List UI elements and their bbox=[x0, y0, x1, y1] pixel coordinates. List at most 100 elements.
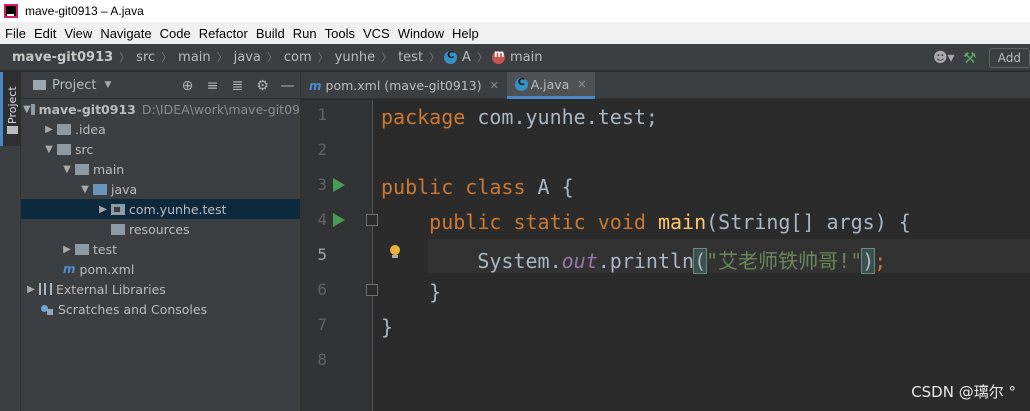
class-icon bbox=[514, 77, 528, 91]
menu-navigate[interactable]: Navigate bbox=[96, 26, 155, 41]
code-line-4: public static void main(String[] args) { bbox=[429, 210, 911, 234]
collapse-all-icon[interactable]: ≡ bbox=[200, 78, 225, 94]
line-number: 7 bbox=[317, 315, 327, 334]
tree-item-java[interactable]: ▼ java bbox=[21, 179, 300, 199]
menu-code[interactable]: Code bbox=[156, 26, 195, 41]
line-number: 3 bbox=[317, 175, 327, 194]
chevron-down-icon[interactable]: ▼ bbox=[77, 184, 93, 195]
fold-marker-icon[interactable] bbox=[366, 284, 378, 296]
folder-icon bbox=[7, 126, 18, 134]
fold-marker-icon[interactable] bbox=[366, 214, 378, 226]
tree-item-root[interactable]: ▼ mave-git0913 D:\IDEA\work\mave-git09 bbox=[21, 99, 300, 119]
folder-icon bbox=[75, 163, 89, 175]
menu-edit[interactable]: Edit bbox=[30, 26, 60, 41]
folder-icon bbox=[33, 80, 46, 90]
expand-all-icon[interactable]: ≣ bbox=[225, 78, 250, 94]
tree-item-main[interactable]: ▼ main bbox=[21, 159, 300, 179]
chevron-down-icon[interactable]: ▼ bbox=[23, 104, 31, 115]
folder-icon bbox=[75, 243, 89, 255]
chevron-down-icon[interactable]: ▼ bbox=[59, 164, 75, 175]
menu-help[interactable]: Help bbox=[448, 26, 483, 41]
code-line-7: } bbox=[381, 315, 394, 339]
line-number: 4 bbox=[317, 210, 327, 229]
package-icon bbox=[111, 203, 125, 215]
code-editor[interactable]: 1 2 3 4 5 6 7 8 package com.yunhe.test; … bbox=[301, 100, 1030, 411]
project-tool-tab[interactable]: Project bbox=[0, 72, 21, 146]
chevron-right-icon: 〉 bbox=[119, 51, 131, 64]
maven-icon: m bbox=[63, 262, 76, 276]
breadcrumb-main[interactable]: main bbox=[176, 50, 212, 65]
line-number-current: 5 bbox=[317, 245, 327, 264]
line-number: 8 bbox=[317, 350, 327, 369]
window-title: mave-git0913 – A.java bbox=[25, 4, 144, 18]
tree-item-package[interactable]: ▶ com.yunhe.test bbox=[21, 199, 300, 219]
code-line-6: } bbox=[381, 280, 442, 304]
code-line-1: package com.yunhe.test; bbox=[381, 105, 658, 129]
chevron-right-icon[interactable]: ▶ bbox=[23, 284, 39, 295]
project-view-selector[interactable]: Project ▼ bbox=[33, 78, 111, 93]
line-number: 2 bbox=[317, 140, 327, 159]
menu-bar: File Edit View Navigate Code Refactor Bu… bbox=[0, 22, 1030, 44]
code-line-5: System.out.println("艾老师铁帅哥!"); bbox=[381, 248, 887, 274]
maven-icon: m bbox=[309, 78, 322, 93]
build-hammer-icon[interactable]: ⚒ bbox=[957, 48, 983, 68]
breadcrumb-java[interactable]: java bbox=[232, 50, 263, 65]
minimize-icon[interactable]: — bbox=[275, 78, 300, 94]
project-panel-header: Project ▼ ⊕ ≡ ≣ ⚙ — bbox=[21, 72, 300, 99]
tree-item-external-libraries[interactable]: ▶ External Libraries bbox=[21, 279, 300, 299]
source-folder-icon bbox=[93, 183, 107, 195]
chevron-right-icon[interactable]: ▶ bbox=[41, 124, 57, 135]
tree-item-scratches[interactable]: Scratches and Consoles bbox=[21, 299, 300, 319]
breadcrumb-class-a[interactable]: A bbox=[444, 50, 473, 65]
crosshair-icon[interactable]: ⊕ bbox=[175, 78, 200, 94]
tree-item-src[interactable]: ▼ src bbox=[21, 139, 300, 159]
menu-view[interactable]: View bbox=[60, 26, 96, 41]
chevron-right-icon: 〉 bbox=[476, 51, 488, 64]
add-configuration-button[interactable]: Add bbox=[988, 47, 1030, 68]
menu-build[interactable]: Build bbox=[252, 26, 289, 41]
intellij-app-icon bbox=[3, 3, 19, 19]
folder-icon bbox=[30, 103, 35, 115]
tab-pom-xml[interactable]: m pom.xml (mave-git0913) ✕ bbox=[301, 72, 507, 99]
breadcrumb-test[interactable]: test bbox=[396, 50, 425, 65]
run-gutter-icon[interactable] bbox=[333, 178, 345, 192]
chevron-right-icon[interactable]: ▶ bbox=[59, 244, 75, 255]
menu-window[interactable]: Window bbox=[394, 26, 448, 41]
gear-icon[interactable]: ⚙ bbox=[250, 78, 275, 94]
breadcrumb-com[interactable]: com bbox=[282, 50, 314, 65]
breadcrumb-src[interactable]: src bbox=[134, 50, 157, 65]
chevron-right-icon: 〉 bbox=[216, 51, 228, 64]
title-bar: mave-git0913 – A.java bbox=[0, 0, 1030, 22]
tab-a-java[interactable]: A.java ✕ bbox=[506, 72, 595, 99]
tree-item-idea[interactable]: ▶ .idea bbox=[21, 119, 300, 139]
left-tool-stripe: Project bbox=[0, 72, 21, 411]
breadcrumb-yunhe[interactable]: yunhe bbox=[333, 50, 377, 65]
menu-tools[interactable]: Tools bbox=[321, 26, 359, 41]
menu-refactor[interactable]: Refactor bbox=[195, 26, 252, 41]
user-account-icon[interactable]: ☻▾ bbox=[931, 48, 957, 68]
libraries-icon bbox=[39, 283, 52, 295]
breadcrumb-method-main[interactable]: main bbox=[491, 49, 544, 65]
navigation-bar: mave-git0913 〉 src 〉 main 〉 java 〉 com 〉… bbox=[0, 44, 1030, 71]
tree-item-test[interactable]: ▶ test bbox=[21, 239, 300, 259]
menu-file[interactable]: File bbox=[0, 26, 30, 41]
editor-gutter: 1 2 3 4 5 6 7 8 bbox=[301, 100, 373, 411]
tree-item-resources[interactable]: resources bbox=[21, 219, 300, 239]
tree-item-pom[interactable]: m pom.xml bbox=[21, 259, 300, 279]
chevron-down-icon[interactable]: ▼ bbox=[41, 144, 57, 155]
class-icon bbox=[444, 50, 458, 64]
breadcrumb-project[interactable]: mave-git0913 bbox=[10, 50, 115, 65]
chevron-right-icon[interactable]: ▶ bbox=[95, 204, 111, 215]
folder-icon bbox=[57, 143, 71, 155]
chevron-down-icon: ▼ bbox=[104, 80, 112, 90]
line-number: 1 bbox=[317, 105, 327, 124]
close-icon[interactable]: ✕ bbox=[577, 78, 586, 91]
chevron-right-icon: 〉 bbox=[381, 51, 393, 64]
code-line-3: public class A { bbox=[381, 175, 574, 199]
chevron-right-icon: 〉 bbox=[161, 51, 173, 64]
folder-icon bbox=[57, 123, 71, 135]
menu-run[interactable]: Run bbox=[289, 26, 321, 41]
close-icon[interactable]: ✕ bbox=[490, 79, 499, 92]
menu-vcs[interactable]: VCS bbox=[359, 26, 394, 41]
run-gutter-icon[interactable] bbox=[333, 213, 345, 227]
